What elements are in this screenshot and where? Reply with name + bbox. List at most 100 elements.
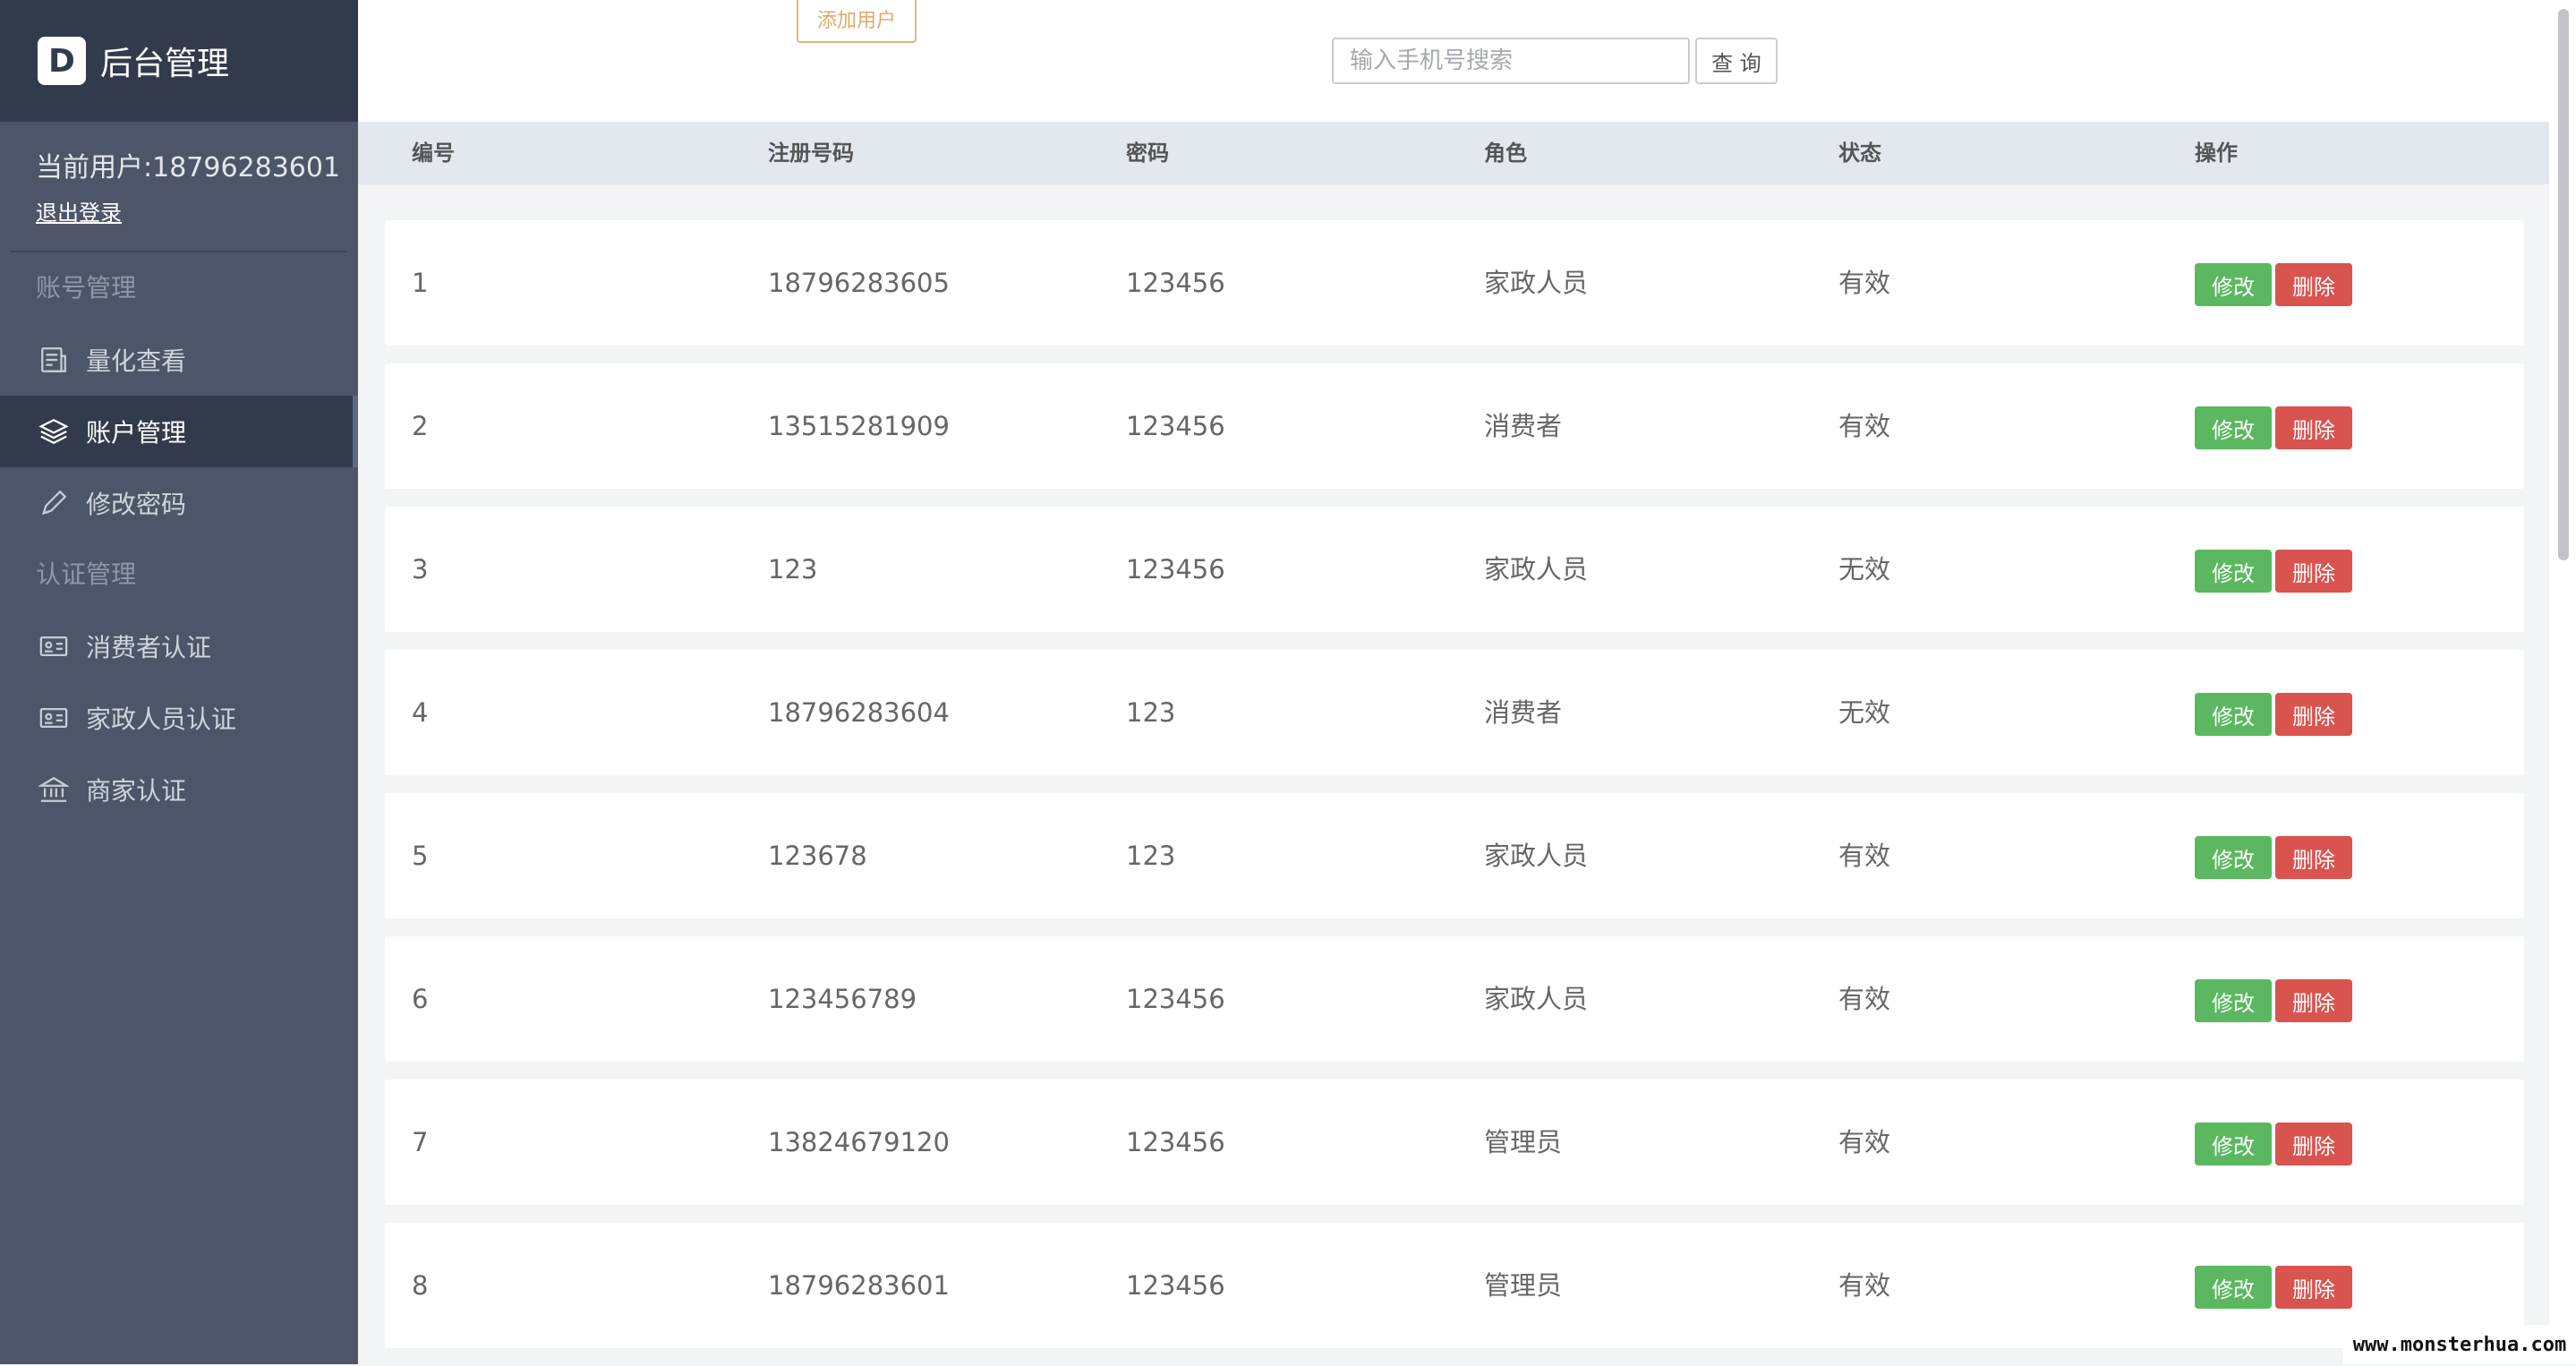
sidebar-item-label: 商家认证 bbox=[86, 776, 187, 806]
cell-id: 2 bbox=[412, 411, 429, 441]
cell-password: 123456 bbox=[1126, 1127, 1225, 1157]
cell-status: 有效 bbox=[1838, 268, 1891, 298]
cell-id: 3 bbox=[412, 554, 429, 585]
delete-button[interactable]: 删除 bbox=[2275, 1123, 2352, 1165]
sidebar-item-label: 量化查看 bbox=[86, 346, 187, 376]
sidebar-item-accounts[interactable]: 账户管理 bbox=[0, 396, 358, 467]
delete-button[interactable]: 删除 bbox=[2275, 979, 2352, 1022]
edit-button[interactable]: 修改 bbox=[2195, 406, 2272, 449]
cell-phone: 18796283601 bbox=[768, 1270, 950, 1301]
pencil-icon bbox=[38, 487, 70, 519]
search-button[interactable]: 查 询 bbox=[1695, 38, 1778, 84]
edit-button[interactable]: 修改 bbox=[2195, 263, 2272, 306]
cell-phone: 13824679120 bbox=[768, 1127, 950, 1157]
delete-button[interactable]: 删除 bbox=[2275, 1266, 2352, 1309]
toolbar: 添加用户 查 询 bbox=[358, 0, 2549, 122]
table-row: 8 18796283601 123456 管理员 有效 修改 删除 bbox=[385, 1223, 2524, 1348]
cell-status: 无效 bbox=[1838, 697, 1891, 728]
sidebar-item-consumer-auth[interactable]: 消费者认证 bbox=[0, 610, 358, 682]
edit-button[interactable]: 修改 bbox=[2195, 979, 2272, 1022]
cell-phone: 18796283605 bbox=[768, 268, 950, 298]
cell-status: 有效 bbox=[1838, 1270, 1891, 1301]
table-body: 1 18796283605 123456 家政人员 有效 修改 删除 2 135… bbox=[385, 220, 2524, 1366]
cell-phone: 13515281909 bbox=[768, 411, 950, 441]
cell-role: 家政人员 bbox=[1484, 984, 1589, 1014]
cell-role: 管理员 bbox=[1484, 1270, 1563, 1301]
cell-status: 有效 bbox=[1838, 984, 1891, 1014]
sidebar-item-label: 消费者认证 bbox=[86, 633, 212, 662]
cell-password: 123 bbox=[1126, 697, 1176, 728]
watermark: www.monsterhua.com bbox=[2343, 1325, 2576, 1364]
edit-button[interactable]: 修改 bbox=[2195, 1266, 2272, 1309]
delete-button[interactable]: 删除 bbox=[2275, 406, 2352, 449]
cell-role: 消费者 bbox=[1484, 411, 1563, 441]
sidebar-item-label: 家政人员认证 bbox=[86, 704, 237, 734]
cell-role: 管理员 bbox=[1484, 1127, 1563, 1157]
sidebar-item-housekeeper-auth[interactable]: 家政人员认证 bbox=[0, 682, 358, 754]
brand-title: 后台管理 bbox=[100, 46, 230, 82]
delete-button[interactable]: 删除 bbox=[2275, 263, 2352, 306]
cell-role: 消费者 bbox=[1484, 697, 1563, 728]
cell-password: 123 bbox=[1126, 841, 1176, 871]
cell-role: 家政人员 bbox=[1484, 841, 1589, 871]
add-user-button[interactable]: 添加用户 bbox=[797, 0, 917, 43]
cell-id: 8 bbox=[412, 1270, 429, 1301]
cell-phone: 123678 bbox=[768, 841, 867, 871]
table-row: 2 13515281909 123456 消费者 有效 修改 删除 bbox=[385, 363, 2524, 489]
column-header-actions: 操作 bbox=[2195, 141, 2238, 166]
table-row: 7 13824679120 123456 管理员 有效 修改 删除 bbox=[385, 1080, 2524, 1205]
delete-button[interactable]: 删除 bbox=[2275, 693, 2352, 736]
cell-phone: 123 bbox=[768, 554, 818, 585]
table-row: 6 123456789 123456 家政人员 有效 修改 删除 bbox=[385, 936, 2524, 1062]
current-user: 当前用户:18796283601 bbox=[36, 152, 341, 184]
table-row: 4 18796283604 123 消费者 无效 修改 删除 bbox=[385, 650, 2524, 775]
edit-button[interactable]: 修改 bbox=[2195, 1123, 2272, 1165]
table-row: 5 123678 123 家政人员 有效 修改 删除 bbox=[385, 793, 2524, 918]
id-card-icon bbox=[38, 702, 70, 734]
delete-button[interactable]: 删除 bbox=[2275, 836, 2352, 879]
column-header-role: 角色 bbox=[1484, 141, 1527, 166]
sidebar-item-label: 修改密码 bbox=[86, 490, 187, 519]
brand: D 后台管理 bbox=[0, 0, 358, 122]
edit-button[interactable]: 修改 bbox=[2195, 693, 2272, 736]
column-header-password: 密码 bbox=[1126, 141, 1169, 166]
cell-password: 123456 bbox=[1126, 984, 1225, 1014]
sidebar: D 后台管理 当前用户:18796283601 退出登录 账号管理 量化查看 账… bbox=[0, 0, 358, 1364]
column-header-id: 编号 bbox=[412, 141, 455, 166]
logout-link[interactable]: 退出登录 bbox=[36, 195, 122, 226]
sidebar-item-label: 账户管理 bbox=[86, 418, 187, 448]
cell-password: 123456 bbox=[1126, 268, 1225, 298]
scrollbar-thumb[interactable] bbox=[2558, 9, 2569, 560]
layers-icon bbox=[38, 415, 70, 448]
bank-icon bbox=[38, 773, 70, 806]
cell-id: 5 bbox=[412, 841, 429, 871]
edit-button[interactable]: 修改 bbox=[2195, 550, 2272, 593]
cell-password: 123456 bbox=[1126, 1270, 1225, 1301]
delete-button[interactable]: 删除 bbox=[2275, 550, 2352, 593]
table-row: 3 123 123456 家政人员 无效 修改 删除 bbox=[385, 507, 2524, 632]
cell-role: 家政人员 bbox=[1484, 554, 1589, 585]
cell-id: 6 bbox=[412, 984, 429, 1014]
brand-logo: D bbox=[38, 37, 86, 85]
cell-status: 有效 bbox=[1838, 411, 1891, 441]
table-header: 编号 注册号码 密码 角色 状态 操作 bbox=[358, 122, 2549, 184]
edit-button[interactable]: 修改 bbox=[2195, 836, 2272, 879]
cell-status: 无效 bbox=[1838, 554, 1891, 585]
user-info: 当前用户:18796283601 退出登录 bbox=[0, 122, 358, 238]
table-row: 1 18796283605 123456 家政人员 有效 修改 删除 bbox=[385, 220, 2524, 346]
report-icon bbox=[38, 344, 70, 376]
cell-id: 4 bbox=[412, 697, 429, 728]
cell-password: 123456 bbox=[1126, 411, 1225, 441]
cell-password: 123456 bbox=[1126, 554, 1225, 585]
cell-status: 有效 bbox=[1838, 1127, 1891, 1157]
sidebar-group-account: 账号管理 bbox=[36, 273, 137, 303]
cell-phone: 18796283604 bbox=[768, 697, 950, 728]
cell-phone: 123456789 bbox=[768, 984, 917, 1014]
cell-role: 家政人员 bbox=[1484, 268, 1589, 298]
sidebar-item-change-password[interactable]: 修改密码 bbox=[0, 467, 358, 539]
search-input[interactable] bbox=[1332, 38, 1690, 84]
sidebar-item-stats[interactable]: 量化查看 bbox=[0, 324, 358, 396]
cell-id: 1 bbox=[412, 268, 429, 298]
sidebar-item-merchant-auth[interactable]: 商家认证 bbox=[0, 754, 358, 825]
cell-status: 有效 bbox=[1838, 841, 1891, 871]
